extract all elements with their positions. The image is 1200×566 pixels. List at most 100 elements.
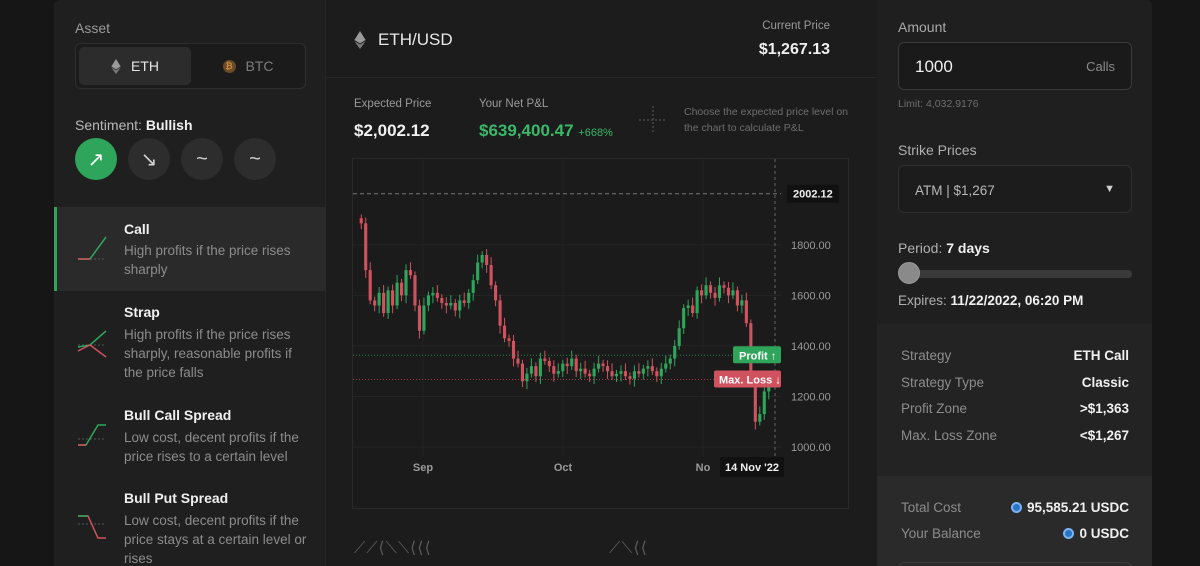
volatile-button[interactable]: ~ bbox=[181, 138, 223, 180]
asset-eth-button[interactable]: ETH bbox=[79, 47, 191, 85]
neutral-button[interactable]: ~ bbox=[234, 138, 276, 180]
x-tick-label: Oct bbox=[554, 462, 573, 474]
chart-tools-icon[interactable]: ⟋⟍⟨⟨ bbox=[609, 538, 648, 558]
period-slider-handle[interactable] bbox=[898, 262, 920, 284]
left-panel: Asset ETH ₿ BTC Sentiment: Bullish ↗ ↘ ~… bbox=[54, 0, 326, 566]
expires-label: Expires: 11/22/2022, 06:20 PM bbox=[898, 293, 1084, 308]
candle bbox=[588, 373, 592, 377]
asset-eth-label: ETH bbox=[131, 58, 159, 74]
candle bbox=[377, 292, 381, 306]
candle bbox=[462, 300, 466, 303]
chart-hint: Choose the expected price level on the c… bbox=[684, 106, 849, 134]
candle bbox=[435, 292, 439, 298]
period-value: 7 days bbox=[946, 240, 990, 256]
y-tick-label: 1600.00 bbox=[791, 290, 831, 302]
candle bbox=[502, 325, 507, 339]
strategy-item-strap[interactable]: Strap High profits if the price rises sh… bbox=[54, 291, 326, 391]
strategy-item-bull-call-spread[interactable]: Bull Call Spread Low cost, decent profit… bbox=[54, 395, 326, 475]
candle bbox=[364, 223, 368, 271]
candle bbox=[673, 345, 677, 359]
candle bbox=[565, 363, 569, 367]
candle bbox=[686, 305, 690, 308]
y-tick-label: 1400.00 bbox=[791, 341, 831, 353]
candle bbox=[431, 292, 435, 296]
pair-label: ETH/USD bbox=[378, 30, 453, 49]
candle bbox=[404, 270, 408, 296]
strike-price-select[interactable]: ATM | $1,267 ▼ bbox=[898, 165, 1132, 213]
candle bbox=[583, 368, 587, 374]
candle bbox=[399, 282, 404, 296]
crosshair-icon bbox=[639, 106, 667, 134]
candle bbox=[691, 305, 695, 314]
strike-price-value: ATM | $1,267 bbox=[915, 183, 995, 198]
buy-button[interactable] bbox=[898, 562, 1132, 566]
amount-value[interactable]: 1000 bbox=[915, 57, 953, 77]
y-tick-label: 1200.00 bbox=[791, 391, 831, 403]
candle bbox=[520, 363, 525, 382]
candle bbox=[722, 285, 726, 288]
usdc-icon bbox=[1010, 502, 1022, 513]
arrow-up-right-icon: ↗ bbox=[87, 148, 105, 171]
candle bbox=[556, 371, 560, 374]
btc-icon: ₿ bbox=[222, 59, 236, 73]
strategy-item-bull-put-spread[interactable]: Bull Put Spread Low cost, decent profits… bbox=[54, 478, 326, 566]
asset-btc-button[interactable]: ₿ BTC bbox=[192, 47, 304, 85]
candle bbox=[440, 297, 444, 303]
strategy-title: Bull Call Spread bbox=[124, 407, 232, 423]
strategy-item-call[interactable]: Call High profits if the price rises sha… bbox=[54, 207, 326, 291]
candle bbox=[543, 358, 547, 362]
candle bbox=[632, 371, 636, 379]
bullish-button[interactable]: ↗ bbox=[75, 138, 117, 180]
candle bbox=[359, 218, 363, 224]
eth-icon bbox=[111, 58, 121, 74]
candle bbox=[453, 302, 457, 311]
candle bbox=[449, 302, 453, 306]
app-window: Asset ETH ₿ BTC Sentiment: Bullish ↗ ↘ ~… bbox=[54, 0, 1152, 566]
candle bbox=[637, 371, 641, 374]
amount-input[interactable]: 1000 Calls bbox=[898, 42, 1132, 90]
chart-tools-icon[interactable]: ⟋⟋⟨⟍⟍⟨⟨⟨ bbox=[354, 538, 432, 558]
candle bbox=[368, 270, 372, 301]
candle bbox=[641, 368, 645, 374]
center-panel: ETH/USD Current Price $1,267.13 Expected… bbox=[326, 0, 877, 566]
bearish-button[interactable]: ↘ bbox=[128, 138, 170, 180]
pair-title: ETH/USD bbox=[354, 30, 453, 50]
price-chart[interactable]: 1000.00 1200.00 1400.00 1600.00 1800.00 2002.… bbox=[352, 158, 849, 509]
pnl-percent: +668% bbox=[578, 127, 613, 139]
candle bbox=[458, 300, 462, 311]
expires-value: 11/22/2022, 06:20 PM bbox=[950, 293, 1084, 308]
candle bbox=[494, 285, 498, 301]
chart-svg[interactable]: 1000.00 1200.00 1400.00 1600.00 1800.00 2002.… bbox=[353, 159, 850, 510]
candle bbox=[664, 363, 668, 369]
usdc-icon bbox=[1063, 528, 1075, 539]
candle bbox=[507, 338, 511, 341]
candle bbox=[592, 368, 596, 377]
asset-label: Asset bbox=[75, 20, 111, 36]
strategy-desc: Low cost, decent profits if the price ri… bbox=[124, 430, 299, 464]
candle bbox=[525, 373, 529, 382]
profit-tag-text: Profit ↑ bbox=[739, 350, 776, 362]
cost-section: Total Cost 95,585.21 USDC Your Balance 0 U… bbox=[877, 476, 1152, 566]
expected-price-label: Expected Price bbox=[354, 98, 432, 110]
period-slider[interactable] bbox=[898, 270, 1132, 278]
candle bbox=[619, 371, 623, 374]
candle bbox=[417, 305, 422, 331]
candle bbox=[552, 366, 556, 374]
strategy-title: Bull Put Spread bbox=[124, 490, 229, 506]
wave-icon: ~ bbox=[196, 147, 208, 170]
call-strategy-icon bbox=[78, 236, 107, 260]
amount-limit: Limit: 4,032.9176 bbox=[898, 98, 979, 110]
strategy-desc: Low cost, decent profits if the price st… bbox=[124, 513, 307, 566]
strategy-summary: Strategy ETH Call Strategy Type Classic Pr… bbox=[877, 324, 1152, 476]
bull-put-spread-icon bbox=[78, 515, 106, 539]
divider bbox=[326, 77, 877, 78]
candle bbox=[762, 391, 766, 415]
candle bbox=[726, 287, 731, 296]
candle bbox=[668, 358, 672, 364]
candle bbox=[471, 280, 475, 293]
candle bbox=[538, 358, 542, 377]
candle bbox=[614, 373, 619, 377]
loss-tag-text: Max. Loss ↓ bbox=[719, 375, 781, 387]
candle bbox=[395, 282, 399, 306]
asset-toggle: ETH ₿ BTC bbox=[75, 43, 306, 89]
